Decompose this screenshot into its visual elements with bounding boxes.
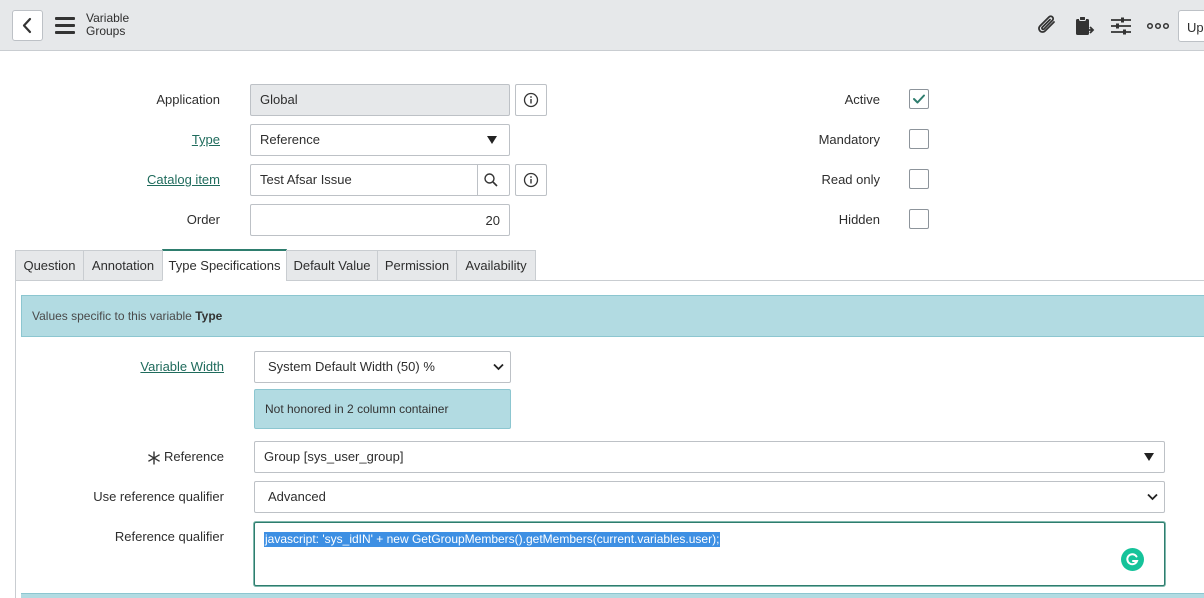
update-button[interactable]: Up: [1178, 10, 1204, 42]
tab-default-value[interactable]: Default Value: [286, 250, 378, 281]
read-only-checkbox[interactable]: [909, 169, 929, 189]
more-options-icon[interactable]: [1145, 13, 1171, 39]
order-label: Order: [186, 212, 220, 227]
form-header: Variable Groups Up: [0, 0, 1204, 51]
search-icon[interactable]: [483, 172, 499, 188]
type-select[interactable]: Reference: [250, 124, 510, 156]
read-only-label: Read only: [821, 172, 880, 187]
grammarly-icon[interactable]: [1121, 548, 1144, 571]
hidden-checkbox[interactable]: [909, 209, 929, 229]
panel-border: [15, 281, 16, 598]
chevron-down-icon: [493, 363, 504, 371]
back-button[interactable]: [12, 10, 43, 41]
reference-qualifier-textarea[interactable]: javascript: 'sys_idIN' + new GetGroupMem…: [254, 522, 1165, 586]
tab-permission[interactable]: Permission: [377, 250, 457, 281]
grammarly-g-icon: [1126, 553, 1139, 566]
order-field[interactable]: 20: [250, 204, 510, 236]
tab-type-specifications[interactable]: Type Specifications: [162, 249, 287, 281]
banner-bold-text: Type: [195, 309, 223, 323]
caret-down-icon: [487, 136, 497, 144]
catalog-item-field[interactable]: Test Afsar Issue: [250, 164, 510, 196]
reference-label: Reference: [164, 449, 224, 464]
use-reference-qualifier-value: Advanced: [268, 489, 326, 504]
application-info-button[interactable]: [515, 84, 547, 116]
application-field: Global: [250, 84, 510, 116]
info-icon: [523, 172, 539, 188]
variable-width-value: System Default Width (50) %: [268, 359, 435, 374]
hidden-label: Hidden: [838, 212, 880, 227]
tab-annotation[interactable]: Annotation: [83, 250, 163, 281]
menu-icon[interactable]: [55, 17, 75, 34]
clipboard-icon[interactable]: [1071, 13, 1097, 39]
catalog-item-label[interactable]: Catalog item: [147, 172, 220, 187]
tab-question[interactable]: Question: [15, 250, 84, 281]
reference-qualifier-code: javascript: 'sys_idIN' + new GetGroupMem…: [264, 532, 721, 547]
active-checkbox[interactable]: [909, 89, 929, 109]
variable-width-label[interactable]: Variable Width: [140, 359, 224, 374]
catalog-item-value: Test Afsar Issue: [260, 172, 352, 187]
form-title-line2: Groups: [86, 24, 126, 38]
catalog-item-info-button[interactable]: [515, 164, 547, 196]
info-icon: [523, 92, 539, 108]
use-reference-qualifier-select[interactable]: Advanced: [254, 481, 1165, 513]
checkmark-icon: [913, 94, 925, 104]
variable-width-select[interactable]: System Default Width (50) %: [254, 351, 511, 383]
active-label: Active: [844, 92, 880, 107]
use-reference-qualifier-label: Use reference qualifier: [93, 489, 224, 504]
type-label[interactable]: Type: [192, 132, 220, 147]
reference-value: Group [sys_user_group]: [264, 449, 404, 464]
sliders-icon[interactable]: [1108, 13, 1134, 39]
application-label: Application: [156, 92, 220, 107]
mandatory-checkbox[interactable]: [909, 129, 929, 149]
next-section-banner: [21, 593, 1204, 598]
caret-down-icon: [1144, 453, 1154, 461]
chevron-left-icon: [22, 17, 32, 34]
mandatory-label: Mandatory: [818, 132, 880, 147]
mandatory-asterisk-icon: [148, 451, 160, 465]
reference-qualifier-label: Reference qualifier: [114, 529, 224, 544]
width-note: Not honored in 2 column container: [254, 389, 511, 429]
type-value: Reference: [260, 132, 320, 147]
chevron-down-icon: [1147, 493, 1158, 501]
reference-select[interactable]: Group [sys_user_group]: [254, 441, 1165, 473]
type-info-banner: Values specific to this variable Type: [21, 295, 1204, 337]
tab-availability[interactable]: Availability: [456, 250, 536, 281]
banner-text: Values specific to this variable: [32, 309, 192, 323]
paperclip-icon[interactable]: [1034, 13, 1060, 39]
